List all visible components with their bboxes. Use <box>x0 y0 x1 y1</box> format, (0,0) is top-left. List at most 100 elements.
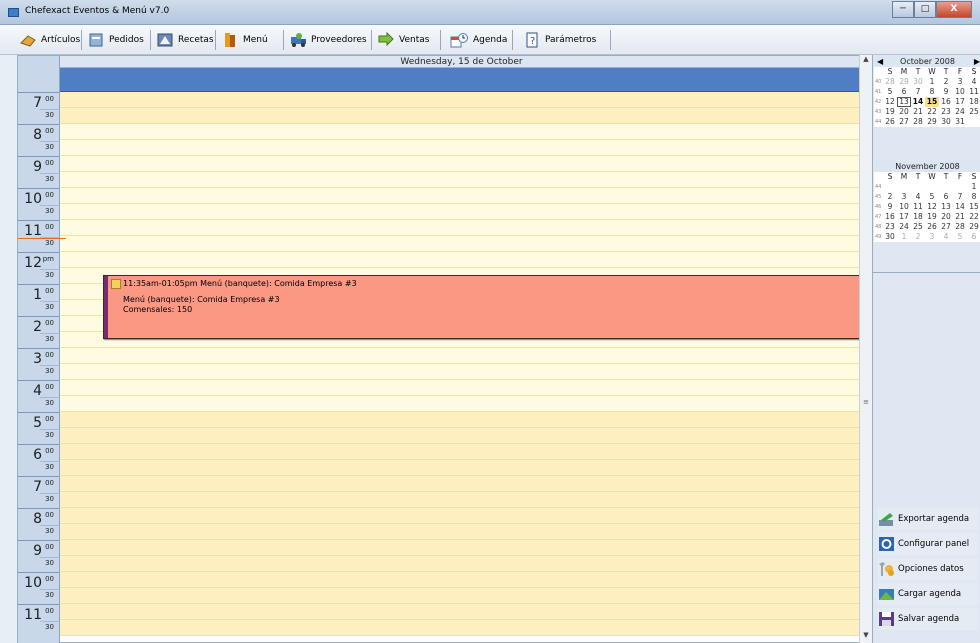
day-cell[interactable]: 18 <box>967 97 980 107</box>
day-cell[interactable] <box>911 182 925 192</box>
day-cell[interactable]: 29 <box>967 222 980 232</box>
day-cell[interactable]: 1 <box>925 77 939 87</box>
time-slot[interactable] <box>60 588 863 604</box>
mini-calendar-october[interactable]: ◀ October 2008 ▶ S M T W T F S 40 28 29 30 1 2 3 4 41 5 6 7 8 9… <box>874 56 980 127</box>
day-cell[interactable]: 24 <box>953 107 967 117</box>
toolbar-menu[interactable]: Menú <box>222 30 268 50</box>
save-agenda-button[interactable]: Salvar agenda <box>878 608 978 630</box>
day-cell[interactable]: 22 <box>967 212 980 222</box>
day-header[interactable]: Wednesday, 15 de October <box>60 56 863 68</box>
minimize-button[interactable]: ─ <box>892 1 914 18</box>
maximize-button[interactable]: □ <box>914 1 936 18</box>
all-day-area[interactable] <box>60 68 863 92</box>
time-slot[interactable] <box>60 380 863 396</box>
day-cell[interactable]: 30 <box>883 232 897 242</box>
scroll-up-arrow[interactable]: ▲ <box>860 55 872 67</box>
scroll-down-arrow[interactable]: ▼ <box>860 631 872 643</box>
day-cell[interactable]: 15 <box>967 202 980 212</box>
mini-calendar-november[interactable]: November 2008 S M T W T F S 44 1 45 2 3 4 5 6 7 8 46 9 10 11 1… <box>874 161 980 242</box>
time-slot[interactable] <box>60 620 863 636</box>
time-slot[interactable] <box>60 540 863 556</box>
day-cell[interactable]: 3 <box>897 192 911 202</box>
time-slot[interactable] <box>60 108 863 124</box>
day-cell[interactable]: 5 <box>883 87 897 97</box>
day-cell[interactable]: 12 <box>883 97 897 107</box>
time-slot[interactable] <box>60 524 863 540</box>
toolbar-proveedores[interactable]: Proveedores <box>290 30 367 50</box>
day-cell[interactable]: 30 <box>911 77 925 87</box>
day-cell[interactable]: 16 <box>939 97 953 107</box>
appointment[interactable]: 11:35am-01:05pm Menú (banquete): Comida … <box>103 275 863 339</box>
day-cell[interactable]: 10 <box>897 202 911 212</box>
export-agenda-button[interactable]: Exportar agenda <box>878 508 978 530</box>
time-slot[interactable] <box>60 252 863 268</box>
time-slot[interactable] <box>60 92 863 108</box>
day-cell[interactable]: 20 <box>897 107 911 117</box>
day-cell[interactable]: 21 <box>953 212 967 222</box>
day-cell[interactable] <box>925 182 939 192</box>
day-cell[interactable]: 15 <box>925 97 939 107</box>
time-slot[interactable] <box>60 236 863 252</box>
day-cell[interactable]: 18 <box>911 212 925 222</box>
day-cell[interactable]: 25 <box>911 222 925 232</box>
time-slot[interactable] <box>60 556 863 572</box>
time-slot[interactable] <box>60 124 863 140</box>
day-cell[interactable]: 19 <box>883 107 897 117</box>
day-cell[interactable]: 14 <box>953 202 967 212</box>
time-slot[interactable] <box>60 444 863 460</box>
time-slot[interactable] <box>60 396 863 412</box>
time-slot[interactable] <box>60 572 863 588</box>
day-cell[interactable]: 6 <box>939 192 953 202</box>
time-slot[interactable] <box>60 508 863 524</box>
day-cell[interactable]: 8 <box>967 192 980 202</box>
day-cell[interactable]: 1 <box>897 232 911 242</box>
day-cell[interactable] <box>967 117 980 127</box>
day-cell[interactable]: 9 <box>883 202 897 212</box>
day-cell[interactable] <box>897 182 911 192</box>
close-button[interactable]: X <box>936 1 972 18</box>
day-cell[interactable]: 25 <box>967 107 980 117</box>
day-cell[interactable]: 2 <box>911 232 925 242</box>
day-cell[interactable]: 2 <box>883 192 897 202</box>
day-cell[interactable]: 31 <box>953 117 967 127</box>
time-slot[interactable] <box>60 348 863 364</box>
day-cell[interactable]: 26 <box>883 117 897 127</box>
day-cell[interactable]: 8 <box>925 87 939 97</box>
data-options-button[interactable]: Opciones datos <box>878 558 978 580</box>
day-cell[interactable]: 5 <box>953 232 967 242</box>
day-cell[interactable]: 13 <box>897 97 911 107</box>
day-cell[interactable]: 3 <box>925 232 939 242</box>
day-cell[interactable]: 11 <box>911 202 925 212</box>
time-slot[interactable] <box>60 412 863 428</box>
day-cell[interactable]: 28 <box>911 117 925 127</box>
day-cell[interactable]: 4 <box>911 192 925 202</box>
toolbar-articulos[interactable]: Artículos <box>20 30 80 50</box>
day-cell[interactable]: 2 <box>939 77 953 87</box>
time-slot[interactable] <box>60 204 863 220</box>
toolbar-agenda[interactable]: Agenda <box>450 30 507 50</box>
time-slot[interactable] <box>60 476 863 492</box>
day-cell[interactable]: 30 <box>939 117 953 127</box>
day-cell[interactable]: 28 <box>883 77 897 87</box>
day-cell[interactable]: 23 <box>939 107 953 117</box>
day-cell[interactable]: 11 <box>967 87 980 97</box>
day-cell[interactable]: 17 <box>897 212 911 222</box>
day-cell[interactable]: 16 <box>883 212 897 222</box>
day-cell[interactable] <box>953 182 967 192</box>
day-cell[interactable]: 7 <box>953 192 967 202</box>
prev-month-arrow[interactable]: ◀ <box>877 56 883 67</box>
time-grid[interactable]: 11:35am-01:05pm Menú (banquete): Comida … <box>60 92 863 643</box>
time-slot[interactable] <box>60 220 863 236</box>
day-cell[interactable]: 14 <box>911 97 925 107</box>
day-cell[interactable]: 5 <box>925 192 939 202</box>
next-month-arrow[interactable]: ▶ <box>974 56 980 67</box>
day-cell[interactable]: 27 <box>939 222 953 232</box>
day-cell[interactable]: 6 <box>967 232 980 242</box>
vertical-scrollbar[interactable]: ▲ ≡ ▼ <box>859 55 872 643</box>
time-slot[interactable] <box>60 460 863 476</box>
day-cell[interactable]: 29 <box>897 77 911 87</box>
day-cell[interactable]: 19 <box>925 212 939 222</box>
time-slot[interactable] <box>60 188 863 204</box>
time-slot[interactable] <box>60 364 863 380</box>
day-cell[interactable]: 1 <box>967 182 980 192</box>
